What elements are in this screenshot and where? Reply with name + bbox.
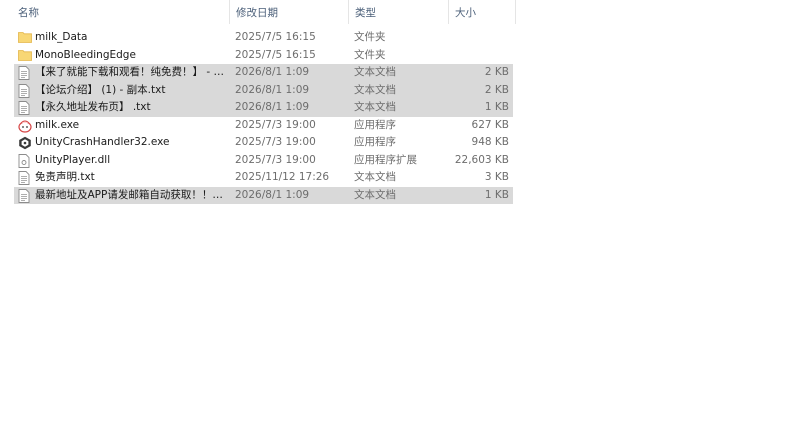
file-list: milk_Data 2025/7/5 16:15 文件夹 MonoBleedingEd… — [14, 29, 513, 204]
file-icon-cell — [18, 169, 34, 187]
file-modified-date: 2025/7/3 19:00 — [235, 136, 316, 148]
file-type: 文本文档 — [354, 83, 396, 96]
file-icon-cell — [18, 64, 34, 82]
file-type: 文本文档 — [354, 171, 396, 183]
file-modified-date: 2026/8/1 1:09 — [235, 83, 310, 96]
text-file-icon — [18, 83, 32, 98]
file-name: milk_Data — [35, 31, 88, 43]
file-modified-date: 2025/7/3 19:00 — [235, 118, 316, 131]
file-size: 2 KB — [484, 83, 509, 96]
folder-icon — [18, 49, 32, 62]
file-type: 文件夹 — [354, 31, 386, 43]
file-icon-cell — [18, 47, 34, 65]
file-size — [450, 47, 509, 65]
file-type: 应用程序扩展 — [354, 153, 417, 166]
file-icon-cell — [18, 152, 34, 170]
unity-icon — [18, 136, 32, 150]
file-type: 文本文档 — [354, 101, 396, 113]
column-header-bar: ⌃ 名称 修改日期 类型 大小 — [0, 0, 800, 24]
file-name: UnityCrashHandler32.exe — [35, 136, 170, 148]
text-file-icon — [18, 101, 32, 115]
file-type: 应用程序 — [354, 118, 396, 131]
file-modified-date: 2026/8/1 1:09 — [235, 101, 310, 113]
file-icon-cell — [18, 82, 34, 100]
file-type: 文本文档 — [354, 66, 396, 78]
file-row[interactable]: 免责声明.txt 2025/11/12 17:26 文本文档 3 KB — [14, 169, 513, 187]
file-row[interactable]: milk.exe 2025/7/3 19:00 应用程序 627 KB — [14, 117, 513, 135]
file-size: 22,603 KB — [454, 153, 509, 166]
file-modified-date: 2025/7/3 19:00 — [235, 153, 316, 166]
file-icon-cell — [18, 187, 34, 205]
file-size: 1 KB — [484, 101, 509, 113]
column-header-date[interactable]: 修改日期 — [229, 0, 348, 24]
file-name: UnityPlayer.dll — [35, 153, 111, 166]
dll-file-icon — [18, 153, 32, 168]
file-icon-cell — [18, 134, 34, 152]
file-size: 627 KB — [471, 118, 509, 131]
column-header-type[interactable]: 类型 — [348, 0, 448, 24]
file-name: 【永久地址发布页】 .txt — [35, 101, 151, 113]
file-type: 文件夹 — [354, 48, 386, 61]
column-header-size[interactable]: 大小 — [448, 0, 516, 24]
app-milk-icon — [18, 119, 32, 133]
file-size: 948 KB — [471, 136, 509, 148]
file-modified-date: 2025/7/5 16:15 — [235, 31, 316, 43]
file-modified-date: 2026/8/1 1:09 — [235, 188, 310, 201]
file-size — [450, 29, 509, 47]
file-name: 【来了就能下载和观看！纯免费！】 - 副... — [35, 66, 227, 78]
file-size: 3 KB — [484, 171, 509, 183]
file-type: 应用程序 — [354, 136, 396, 148]
text-file-icon — [18, 171, 32, 185]
file-size: 1 KB — [484, 188, 509, 201]
file-row[interactable]: 【来了就能下载和观看！纯免费！】 - 副... 2026/8/1 1:09 文本文档… — [14, 64, 513, 82]
text-file-icon — [18, 66, 32, 80]
file-row[interactable]: UnityCrashHandler32.exe 2025/7/3 19:00 应用程… — [14, 134, 513, 152]
file-modified-date: 2025/11/12 17:26 — [235, 171, 330, 183]
file-row[interactable]: MonoBleedingEdge 2025/7/5 16:15 文件夹 — [14, 47, 513, 65]
file-name: 【论坛介绍】 (1) - 副本.txt — [35, 83, 166, 96]
file-icon-cell — [18, 99, 34, 117]
file-modified-date: 2025/7/5 16:15 — [235, 48, 316, 61]
text-file-icon — [18, 188, 32, 203]
file-name: 免责声明.txt — [35, 171, 95, 183]
file-type: 文本文档 — [354, 188, 396, 201]
file-row[interactable]: 【论坛介绍】 (1) - 副本.txt 2026/8/1 1:09 文本文档 2 KB — [14, 81, 513, 100]
file-name: MonoBleedingEdge — [35, 48, 136, 61]
folder-icon — [18, 31, 32, 44]
sort-ascending-icon: ⌃ — [128, 0, 136, 7]
column-header-type-label: 类型 — [355, 7, 376, 19]
column-header-size-label: 大小 — [455, 7, 476, 19]
file-size: 2 KB — [484, 66, 509, 78]
file-row[interactable]: 最新地址及APP请发邮箱自动获取！！！... 2026/8/1 1:09 文本文档 1… — [14, 186, 513, 205]
file-row[interactable]: milk_Data 2025/7/5 16:15 文件夹 — [14, 29, 513, 47]
file-row[interactable]: 【永久地址发布页】 .txt 2026/8/1 1:09 文本文档 1 KB — [14, 99, 513, 117]
column-header-date-label: 修改日期 — [236, 7, 278, 19]
file-row[interactable]: UnityPlayer.dll 2025/7/3 19:00 应用程序扩展 22,60… — [14, 152, 513, 170]
file-icon-cell — [18, 117, 34, 135]
file-modified-date: 2026/8/1 1:09 — [235, 66, 310, 78]
column-header-name-label: 名称 — [18, 7, 39, 19]
file-name: milk.exe — [35, 118, 80, 131]
file-icon-cell — [18, 29, 34, 47]
file-name: 最新地址及APP请发邮箱自动获取！！！... — [35, 188, 227, 201]
column-header-name[interactable]: ⌃ 名称 — [12, 0, 229, 24]
